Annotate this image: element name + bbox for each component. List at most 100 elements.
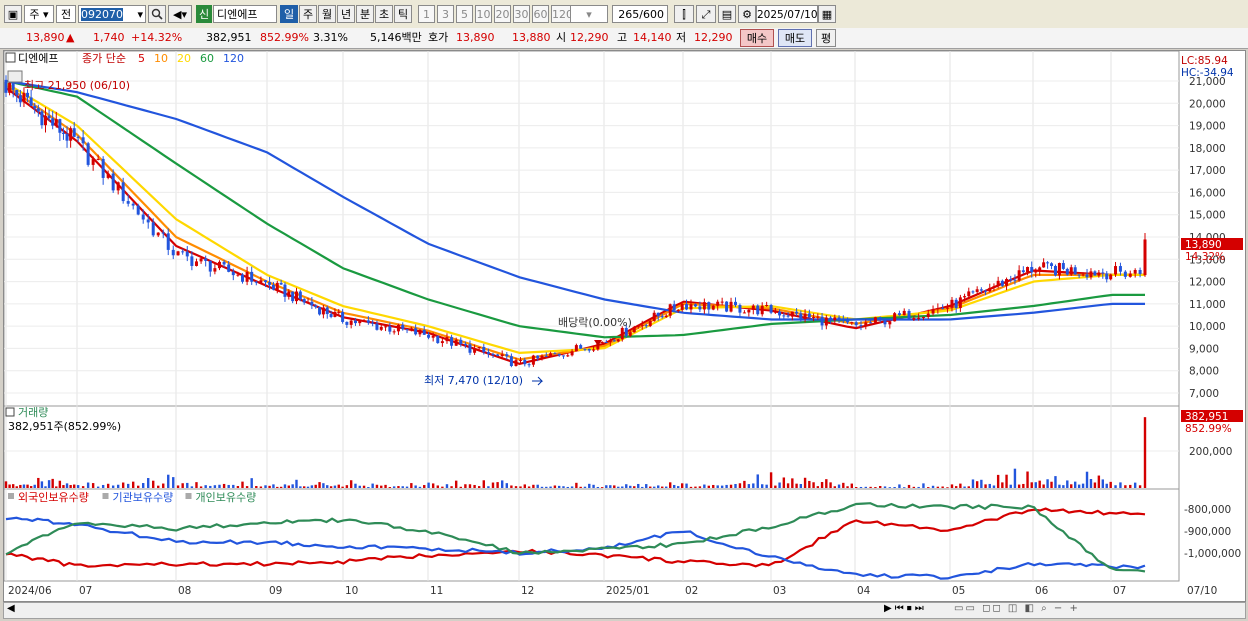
candle-body bbox=[283, 284, 287, 297]
credit-badge[interactable]: 신 bbox=[196, 5, 212, 23]
eval-button[interactable]: 평 bbox=[816, 29, 836, 47]
holdings-legend-item: 외국인보유수량 bbox=[18, 491, 89, 504]
minute-tab[interactable]: 60 bbox=[532, 5, 549, 23]
period-tab[interactable]: 년 bbox=[337, 5, 355, 23]
calendar-icon[interactable]: ▦ bbox=[818, 5, 836, 23]
y-tick-label: 200,000 bbox=[1189, 446, 1232, 458]
sell-button[interactable]: 매도 bbox=[778, 29, 812, 47]
market-select[interactable]: 주 ▾ bbox=[24, 5, 54, 23]
x-tick-label: 11 bbox=[430, 585, 443, 597]
period-tab[interactable]: 분 bbox=[356, 5, 374, 23]
volume-bar bbox=[326, 485, 329, 488]
candle-body bbox=[689, 304, 693, 310]
gear-icon[interactable]: ⚙ bbox=[738, 5, 756, 23]
candle-body bbox=[81, 137, 85, 144]
candle-body bbox=[664, 315, 668, 318]
candle-body bbox=[371, 322, 375, 324]
x-tick-label: 07/10 bbox=[1187, 585, 1217, 597]
volume-bar bbox=[1085, 471, 1089, 488]
volume-bar bbox=[879, 486, 882, 488]
chart-canvas[interactable]: 21,00020,00019,00018,00017,00016,00015,0… bbox=[4, 51, 1245, 601]
volume-bar bbox=[669, 482, 672, 488]
save-icon[interactable]: ▤ bbox=[718, 5, 736, 23]
last-price-tag-text: 13,890 bbox=[1185, 239, 1222, 251]
candle-body bbox=[418, 329, 422, 335]
period-tab[interactable]: 월 bbox=[318, 5, 336, 23]
volume-bar bbox=[380, 485, 383, 488]
speaker-icon[interactable]: ◀▾ bbox=[168, 5, 192, 23]
candle-body bbox=[161, 232, 165, 234]
volume-bar bbox=[427, 482, 430, 488]
chart-tools-icon[interactable]: ▭▭ ◻◻ ◫ ◧ ⌕ − + bbox=[954, 603, 1080, 614]
minute-tab[interactable]: 5 bbox=[456, 5, 473, 23]
volume-bar bbox=[629, 485, 632, 488]
volume-bar bbox=[236, 486, 240, 488]
period-tab[interactable]: 주 bbox=[299, 5, 317, 23]
volume-bar bbox=[245, 486, 249, 488]
volume-bar bbox=[29, 486, 33, 488]
volume-bar bbox=[833, 486, 837, 488]
candle-body bbox=[738, 305, 742, 313]
date-field[interactable]: 2025/07/10 bbox=[756, 5, 818, 23]
volume-bar bbox=[653, 486, 656, 488]
candle-type-icon[interactable]: ⫿ bbox=[674, 5, 694, 23]
minute-tab[interactable]: 3 bbox=[437, 5, 454, 23]
minute-tab[interactable]: 20 bbox=[494, 5, 511, 23]
volume-bar bbox=[314, 484, 317, 488]
minute-tab[interactable]: 30 bbox=[513, 5, 530, 23]
window-menu-icon[interactable]: ▣ bbox=[4, 5, 22, 23]
volume-bar bbox=[575, 482, 578, 488]
stock-code-input[interactable]: 092070 ▾ bbox=[78, 5, 146, 23]
y-tick-label: 18,000 bbox=[1189, 143, 1226, 155]
volume-bar bbox=[707, 485, 710, 488]
buy-button[interactable]: 매수 bbox=[740, 29, 774, 47]
stock-name-field[interactable]: 디엔에프 bbox=[213, 5, 277, 23]
volume-panel-frame bbox=[4, 405, 1180, 490]
chart-area[interactable]: 21,000 20,000 19,000 18,000 17,000 16,000 15,0… bbox=[3, 50, 1246, 602]
volume-bar bbox=[1143, 417, 1147, 488]
volume-bar bbox=[345, 485, 349, 488]
candle-body bbox=[362, 320, 366, 322]
chart-scrollbar[interactable]: ◀ ▶⏮⏹⏭ ▭▭ ◻◻ ◫ ◧ ⌕ − + bbox=[3, 602, 1246, 619]
candle-body bbox=[996, 280, 1000, 287]
volume-bar bbox=[673, 484, 676, 488]
data-count-field[interactable]: 265/600 bbox=[612, 5, 668, 23]
candle-body bbox=[136, 205, 140, 215]
x-tick-label: 07 bbox=[79, 585, 92, 597]
minute-tab[interactable]: 10 bbox=[475, 5, 492, 23]
search-icon[interactable] bbox=[148, 5, 166, 23]
x-axis: 2024/06 07 08 09 10 11 12 2025/01 02 03 04 05 06 07 07… bbox=[8, 585, 1217, 597]
y-tick-label: 20,000 bbox=[1189, 98, 1226, 110]
period-tab[interactable]: 초 bbox=[375, 5, 393, 23]
candle-body bbox=[1073, 267, 1077, 275]
draw-tool-icon[interactable]: ⤢ bbox=[696, 5, 716, 23]
scroll-left-icon[interactable]: ◀ bbox=[7, 603, 15, 614]
volume-bar bbox=[532, 484, 535, 488]
y-tick-label: 19,000 bbox=[1189, 121, 1226, 133]
panel-toggle-icon[interactable] bbox=[7, 70, 23, 83]
holdings-panel-frame bbox=[4, 488, 1180, 582]
candle-body bbox=[950, 299, 954, 308]
candle-body bbox=[298, 291, 302, 300]
playback-controls-icon[interactable]: ▶⏮⏹⏭ bbox=[884, 603, 927, 614]
volume-bar bbox=[176, 485, 180, 488]
period-tab[interactable]: 일 bbox=[280, 5, 298, 23]
candle-body bbox=[608, 340, 612, 343]
volume-bar bbox=[1013, 468, 1017, 488]
volume-bar bbox=[510, 485, 513, 488]
candle-body bbox=[869, 322, 873, 324]
tick-unit-select[interactable]: ▾ bbox=[570, 5, 608, 23]
volume-bar bbox=[310, 485, 314, 488]
volume-bar bbox=[694, 486, 697, 488]
minute-tab[interactable]: 1 bbox=[418, 5, 435, 23]
candle-body bbox=[29, 97, 33, 106]
compare-select[interactable]: 전 bbox=[56, 5, 76, 23]
volume-bar bbox=[637, 483, 640, 488]
volume-bar bbox=[162, 483, 165, 488]
candle-body bbox=[620, 328, 624, 340]
candle-body bbox=[971, 291, 975, 293]
open-price: 12,290 bbox=[570, 31, 609, 44]
candle-body bbox=[945, 307, 949, 309]
volume-bar bbox=[468, 484, 472, 488]
period-tab[interactable]: 틱 bbox=[394, 5, 412, 23]
